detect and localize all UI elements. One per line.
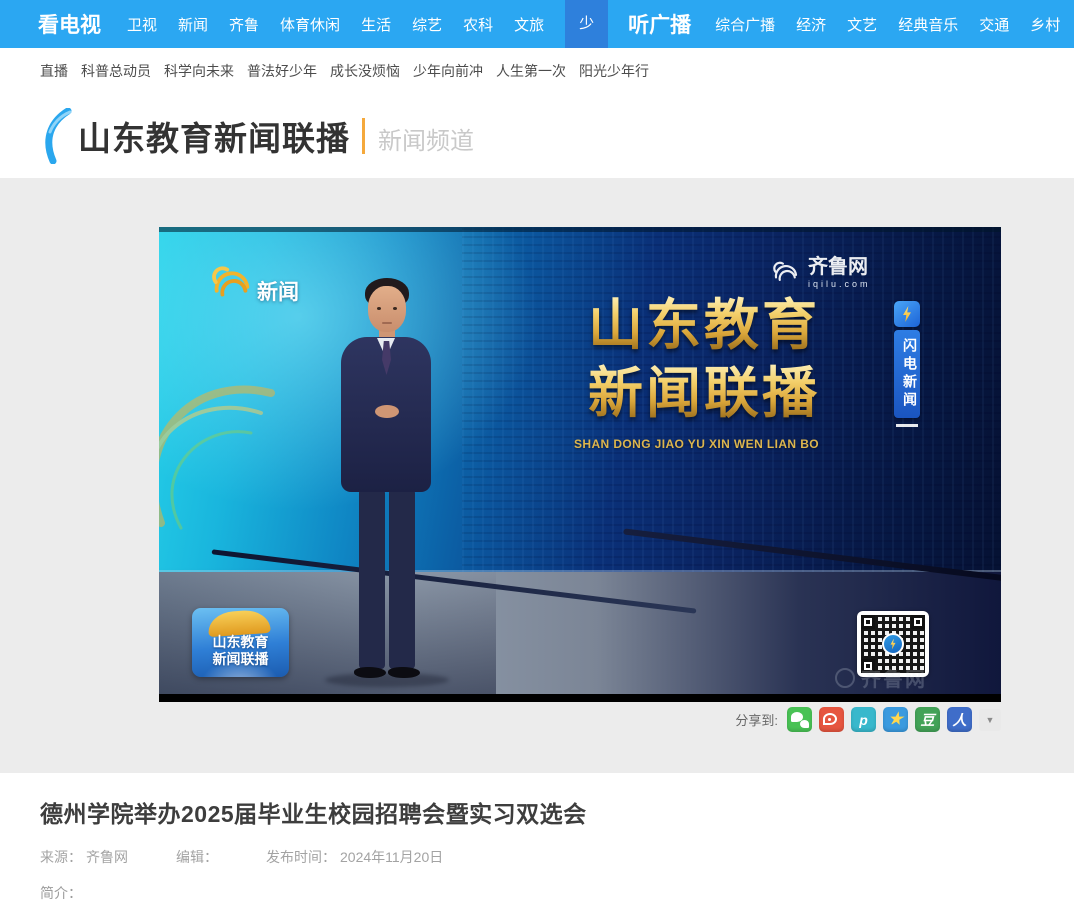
editor-label: 编辑：	[176, 847, 218, 867]
subnav-item[interactable]: 阳光少年行	[579, 61, 649, 81]
gold-swirl-icon	[209, 260, 255, 308]
lightning-icon	[894, 301, 920, 327]
nav-item[interactable]: 卫视	[127, 14, 157, 35]
publish-label: 发布时间：	[266, 847, 336, 867]
douban-share-icon[interactable]: 豆	[915, 707, 940, 732]
nav-item[interactable]: 乡村	[1030, 14, 1060, 35]
pengyou-share-icon[interactable]: p	[851, 707, 876, 732]
article-title: 德州学院举办2025届毕业生校园招聘会暨实习双选会	[40, 795, 1074, 829]
nav-item[interactable]: 综合广播	[715, 14, 775, 35]
qzone-share-icon[interactable]: ★	[883, 707, 908, 732]
lightning-news-badge-text: 闪电新闻	[894, 330, 920, 418]
video-bottom-bar	[159, 694, 1001, 702]
video-channel-logo-text: 新闻	[257, 276, 299, 308]
subnav-item[interactable]: 直播	[40, 61, 68, 81]
video-player[interactable]: 新闻 齐鲁网 iqilu.com 山东教育 新	[159, 227, 1001, 702]
nav-item[interactable]: 体育休闲	[280, 14, 340, 35]
channel-name: 新闻频道	[378, 121, 474, 156]
qr-center-logo	[882, 633, 904, 655]
stage-band: 新闻 齐鲁网 iqilu.com 山东教育 新	[0, 178, 1074, 773]
share-row: 分享到: p ★	[735, 707, 1001, 732]
iqilu-watermark-name: 齐鲁网	[808, 257, 871, 277]
subnav-item[interactable]: 科普总动员	[81, 61, 151, 81]
floor-watermark: 齐鲁网	[835, 663, 927, 692]
tv-nav-group: 卫视新闻齐鲁体育休闲生活综艺农科文旅	[127, 14, 544, 35]
iqilu-watermark: 齐鲁网 iqilu.com	[771, 257, 871, 289]
video-channel-logo: 新闻	[209, 260, 299, 308]
renren-share-icon[interactable]: 人	[947, 707, 972, 732]
nav-item[interactable]: 生活	[361, 14, 391, 35]
swoosh-logo-icon	[40, 108, 74, 164]
nav-item[interactable]: 综艺	[412, 14, 442, 35]
wechat-share-icon[interactable]	[787, 707, 812, 732]
publish-value: 2024年11月20日	[340, 847, 443, 867]
intro-label: 简介：	[40, 883, 1074, 903]
nav-item[interactable]: 交通	[979, 14, 1009, 35]
share-icons: p ★ 豆 人	[787, 707, 972, 732]
program-corner-badge: 山东教育 新闻联播	[192, 608, 289, 677]
radio-nav-group: 综合广播经济文艺经典音乐交通乡村音乐体育休闲	[715, 14, 1074, 35]
iqilu-swirl-icon	[771, 258, 801, 288]
weibo-share-icon[interactable]	[819, 707, 844, 732]
program-title-graphic: 山东教育 新闻联播 SHAN DONG JIAO YU XIN WEN LIAN…	[588, 291, 848, 451]
top-navbar: 看电视 卫视新闻齐鲁体育休闲生活综艺农科文旅 少儿 听广播 综合广播经济文艺经典…	[0, 0, 1074, 48]
nav-item[interactable]: 新闻	[178, 14, 208, 35]
subnav-item[interactable]: 科学向未来	[164, 61, 234, 81]
share-label: 分享到:	[735, 710, 778, 729]
nav-item-active[interactable]: 少儿	[565, 0, 608, 48]
header-divider	[362, 118, 365, 154]
video-top-edge	[159, 227, 1001, 232]
nav-item[interactable]: 文艺	[847, 14, 877, 35]
nav-item[interactable]: 经典音乐	[898, 14, 958, 35]
subnav-item[interactable]: 成长没烦恼	[330, 61, 400, 81]
lightning-news-badge: 闪电新闻	[894, 301, 920, 427]
iqilu-watermark-site: iqilu.com	[808, 280, 871, 289]
page-header: 山东教育新闻联播 新闻频道	[0, 94, 1074, 178]
page-title: 山东教育新闻联播	[78, 112, 350, 160]
subnav-item[interactable]: 少年向前冲	[413, 61, 483, 81]
program-title-line2: 新闻联播	[588, 359, 848, 427]
corner-badge-line1: 山东教育	[192, 634, 289, 651]
program-title-pinyin: SHAN DONG JIAO YU XIN WEN LIAN BO	[574, 437, 848, 451]
source-label: 来源：	[40, 847, 82, 867]
chevron-down-icon: ▼	[986, 715, 995, 725]
share-more-button[interactable]: ▼	[979, 709, 1001, 731]
badge-underline	[896, 424, 918, 427]
source-value: 齐鲁网	[86, 847, 128, 867]
nav-item[interactable]: 经济	[796, 14, 826, 35]
meta-editor: 编辑：	[176, 847, 218, 867]
page: 看电视 卫视新闻齐鲁体育休闲生活综艺农科文旅 少儿 听广播 综合广播经济文艺经典…	[0, 0, 1074, 908]
subnav-item[interactable]: 普法好少年	[247, 61, 317, 81]
backdrop-swirl-decoration	[159, 283, 331, 533]
subnav-item[interactable]: 人生第一次	[496, 61, 566, 81]
program-title-line1: 山东教育	[588, 291, 848, 359]
nav-item[interactable]: 农科	[463, 14, 493, 35]
nav-watch-tv[interactable]: 看电视	[38, 9, 101, 39]
floor-watermark-text: 齐鲁网	[861, 663, 927, 692]
nav-listen-radio[interactable]: 听广播	[628, 9, 691, 39]
article-meta: 来源： 齐鲁网 编辑： 发布时间： 2024年11月20日	[40, 847, 1074, 867]
news-anchor	[329, 277, 444, 692]
meta-publish-time: 发布时间： 2024年11月20日	[266, 847, 443, 867]
meta-source: 来源： 齐鲁网	[40, 847, 128, 867]
article-section: 德州学院举办2025届毕业生校园招聘会暨实习双选会 来源： 齐鲁网 编辑： 发布…	[0, 773, 1074, 908]
floor-watermark-icon	[835, 668, 855, 688]
sub-navbar: 直播科普总动员科学向未来普法好少年成长没烦恼少年向前冲人生第一次阳光少年行	[0, 48, 1074, 94]
nav-item[interactable]: 齐鲁	[229, 14, 259, 35]
nav-item[interactable]: 文旅	[514, 14, 544, 35]
corner-badge-line2: 新闻联播	[192, 651, 289, 668]
